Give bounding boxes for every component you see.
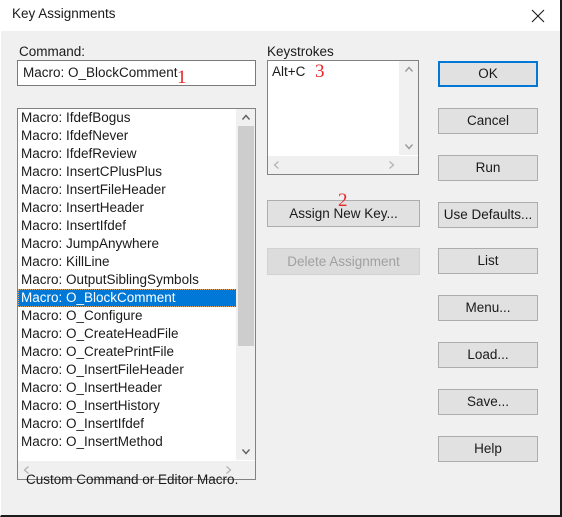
- keystroke-item[interactable]: Alt+C: [272, 64, 305, 79]
- title-bar: Key Assignments: [1, 0, 560, 31]
- keystrokes-label: Keystrokes: [267, 44, 334, 59]
- command-label: Command:: [19, 44, 86, 59]
- keystrokes-vertical-scrollbar[interactable]: [399, 61, 418, 155]
- command-input-value: Macro: O_BlockComment: [23, 65, 178, 80]
- chevron-right-icon: [389, 161, 395, 169]
- list-item[interactable]: Macro: O_InsertHeader: [18, 379, 237, 397]
- list-item[interactable]: Macro: InsertFileHeader: [18, 181, 237, 199]
- list-item[interactable]: Macro: O_InsertHistory: [18, 397, 237, 415]
- command-list[interactable]: Macro: IfdefBogus Macro: IfdefNever Macro:…: [17, 108, 256, 480]
- status-text: Custom Command or Editor Macro.: [26, 472, 239, 487]
- list-item[interactable]: Macro: O_InsertFileHeader: [18, 361, 237, 379]
- cancel-button[interactable]: Cancel: [438, 108, 538, 134]
- scroll-down-button[interactable]: [237, 443, 255, 460]
- command-input[interactable]: Macro: O_BlockComment: [17, 60, 256, 86]
- save-button[interactable]: Save...: [438, 389, 538, 415]
- keystrokes-scrollbar-corner: [400, 156, 418, 174]
- ok-button[interactable]: OK: [438, 61, 538, 87]
- list-item[interactable]: Macro: O_CreatePrintFile: [18, 343, 237, 361]
- close-button[interactable]: [515, 0, 560, 30]
- chevron-down-icon: [404, 144, 414, 150]
- keystrokes-scroll-up-button[interactable]: [400, 61, 418, 78]
- list-item[interactable]: Macro: IfdefNever: [18, 127, 237, 145]
- load-button[interactable]: Load...: [438, 342, 538, 368]
- list-item[interactable]: Macro: InsertCPlusPlus: [18, 163, 237, 181]
- command-list-vertical-scrollbar[interactable]: [236, 109, 255, 460]
- list-item-selected[interactable]: Macro: O_BlockComment: [18, 289, 237, 307]
- chevron-up-icon: [404, 66, 414, 72]
- run-button[interactable]: Run: [438, 155, 538, 181]
- command-list-items[interactable]: Macro: IfdefBogus Macro: IfdefNever Macro:…: [18, 109, 237, 460]
- scroll-up-button[interactable]: [237, 109, 255, 126]
- list-item[interactable]: Macro: O_Configure: [18, 307, 237, 325]
- list-item[interactable]: Macro: InsertHeader: [18, 199, 237, 217]
- close-icon: [531, 9, 545, 23]
- list-item[interactable]: Macro: IfdefReview: [18, 145, 237, 163]
- list-item[interactable]: Macro: O_CreateHeadFile: [18, 325, 237, 343]
- keystrokes-scroll-down-button[interactable]: [400, 138, 418, 155]
- chevron-up-icon: [241, 114, 251, 120]
- use-defaults-button[interactable]: Use Defaults...: [438, 202, 538, 228]
- scrollbar-corner: [237, 461, 255, 479]
- list-item[interactable]: Macro: O_InsertMethod: [18, 433, 237, 451]
- keystrokes-scroll-right-button[interactable]: [383, 156, 400, 174]
- list-item[interactable]: Macro: InsertIfdef: [18, 217, 237, 235]
- list-item[interactable]: Macro: JumpAnywhere: [18, 235, 237, 253]
- assign-new-key-button[interactable]: Assign New Key...: [267, 200, 420, 227]
- list-item[interactable]: Macro: OutputSiblingSymbols: [18, 271, 237, 289]
- keystrokes-horizontal-scrollbar[interactable]: [268, 156, 418, 174]
- key-assignments-dialog: Key Assignments Command: Keystrokes Macr…: [0, 0, 562, 517]
- window-title: Key Assignments: [12, 6, 116, 21]
- delete-assignment-button: Delete Assignment: [267, 248, 420, 275]
- help-button[interactable]: Help: [438, 436, 538, 462]
- list-item[interactable]: Macro: O_InsertIfdef: [18, 415, 237, 433]
- scroll-thumb[interactable]: [238, 126, 254, 346]
- menu-button[interactable]: Menu...: [438, 295, 538, 321]
- chevron-left-icon: [273, 161, 279, 169]
- chevron-down-icon: [241, 449, 251, 455]
- list-item[interactable]: Macro: KillLine: [18, 253, 237, 271]
- list-item[interactable]: Macro: IfdefBogus: [18, 109, 237, 127]
- keystrokes-scroll-left-button[interactable]: [268, 156, 285, 174]
- keystrokes-list[interactable]: Alt+C: [267, 60, 419, 175]
- list-button[interactable]: List: [438, 248, 538, 274]
